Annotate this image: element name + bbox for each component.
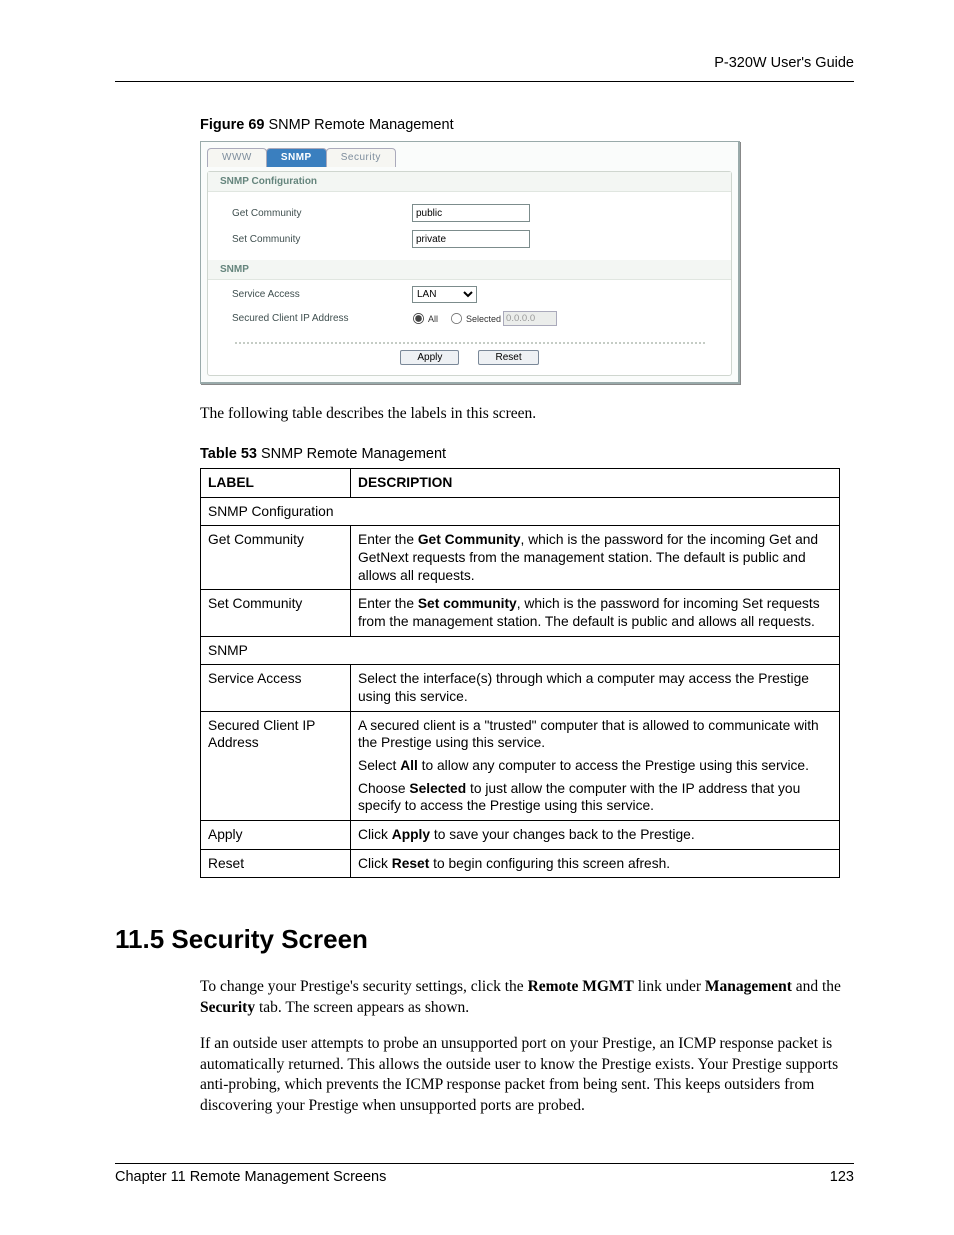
section-snmp-title: SNMP: [208, 260, 731, 280]
header-rule: [115, 81, 854, 82]
cell-desc: Enter the Get Community, which is the pa…: [351, 526, 840, 590]
cell-desc: A secured client is a "trusted" computer…: [351, 711, 840, 820]
radio-selected[interactable]: [451, 313, 462, 324]
table-row: Reset Click Reset to begin configuring t…: [201, 849, 840, 878]
get-community-input[interactable]: [412, 204, 530, 222]
tab-bar: WWW SNMP Security: [203, 144, 736, 167]
set-community-label: Set Community: [232, 234, 412, 245]
service-access-label: Service Access: [232, 289, 412, 300]
cell-label: Service Access: [201, 665, 351, 711]
reset-button[interactable]: Reset: [478, 350, 538, 365]
table-caption-number: Table 53: [200, 446, 257, 462]
cell-label: Secured Client IP Address: [201, 711, 351, 820]
selected-ip-input: [503, 311, 557, 326]
table-row: SNMP Configuration: [201, 497, 840, 526]
cell-desc: Click Reset to begin configuring this sc…: [351, 849, 840, 878]
section-paragraph-2: If an outside user attempts to probe an …: [200, 1034, 854, 1116]
cell-desc: Enter the Set community, which is the pa…: [351, 590, 840, 636]
secured-client-ip-label: Secured Client IP Address: [232, 313, 412, 324]
tab-security[interactable]: Security: [326, 148, 396, 167]
cell-label: Reset: [201, 849, 351, 878]
service-access-select[interactable]: LAN: [412, 286, 477, 303]
tab-www[interactable]: WWW: [207, 148, 267, 167]
figure-screenshot: WWW SNMP Security SNMP Configuration Get…: [200, 141, 740, 384]
radio-all[interactable]: [413, 313, 424, 324]
cell-desc: Select the interface(s) through which a …: [351, 665, 840, 711]
figure-caption-text: SNMP Remote Management: [264, 117, 453, 133]
set-community-input[interactable]: [412, 230, 530, 248]
cell-label: Set Community: [201, 590, 351, 636]
table-row: SNMP: [201, 636, 840, 665]
table-row: Apply Click Apply to save your changes b…: [201, 820, 840, 849]
table-caption-text: SNMP Remote Management: [257, 446, 446, 462]
doc-header-title: P-320W User's Guide: [115, 55, 854, 71]
page-footer: Chapter 11 Remote Management Screens 123: [115, 1163, 854, 1185]
table-row: Get Community Enter the Get Community, w…: [201, 526, 840, 590]
table-row: Secured Client IP Address A secured clie…: [201, 711, 840, 820]
section-paragraph-1: To change your Prestige's security setti…: [200, 977, 854, 1018]
intro-paragraph: The following table describes the labels…: [200, 404, 854, 424]
footer-page-number: 123: [830, 1169, 854, 1185]
table-caption: Table 53 SNMP Remote Management: [200, 446, 854, 462]
config-panel: SNMP Configuration Get Community Set Com…: [207, 171, 732, 376]
tab-snmp[interactable]: SNMP: [266, 148, 327, 167]
table-row: Set Community Enter the Set community, w…: [201, 590, 840, 636]
radio-all-label: All: [428, 314, 438, 324]
footer-chapter: Chapter 11 Remote Management Screens: [115, 1169, 386, 1185]
footer-rule: [115, 1163, 854, 1164]
section-snmp-config-title: SNMP Configuration: [208, 172, 731, 192]
cell-label: Apply: [201, 820, 351, 849]
figure-caption: Figure 69 SNMP Remote Management: [200, 117, 854, 133]
cell-label: Get Community: [201, 526, 351, 590]
table-header-row: LABEL DESCRIPTION: [201, 469, 840, 498]
th-description: DESCRIPTION: [351, 469, 840, 498]
row-snmp: SNMP: [201, 636, 840, 665]
table-row: Service Access Select the interface(s) t…: [201, 665, 840, 711]
radio-selected-label: Selected: [466, 314, 501, 324]
cell-desc: Click Apply to save your changes back to…: [351, 820, 840, 849]
section-heading: 11.5 Security Screen: [115, 924, 854, 955]
apply-button[interactable]: Apply: [400, 350, 459, 365]
definition-table: LABEL DESCRIPTION SNMP Configuration Get…: [200, 468, 840, 878]
get-community-label: Get Community: [232, 208, 412, 219]
figure-caption-number: Figure 69: [200, 117, 264, 133]
th-label: LABEL: [201, 469, 351, 498]
row-snmp-configuration: SNMP Configuration: [201, 497, 840, 526]
